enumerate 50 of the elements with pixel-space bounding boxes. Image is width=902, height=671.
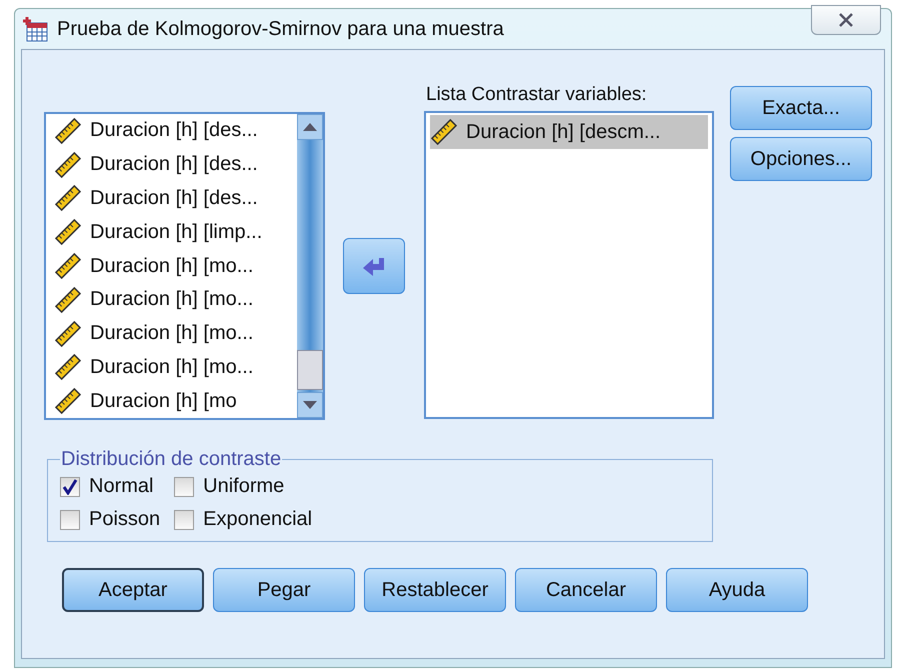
down-arrow-icon [302, 401, 317, 409]
option-button[interactable]: Opciones... [730, 137, 872, 181]
variable-label: Duracion [h] [des... [90, 153, 258, 176]
dialog-button[interactable]: Restablecer [364, 568, 506, 612]
variable-item[interactable]: Duracion [h] [mo [54, 384, 297, 418]
variable-item[interactable]: Duracion [h] [limp... [54, 215, 297, 250]
variable-item[interactable]: Duracion [h] [des... [54, 114, 297, 148]
checkbox[interactable] [60, 476, 80, 496]
dialog-button[interactable]: Cancelar [515, 568, 657, 612]
dialog-button[interactable]: Pegar [213, 568, 355, 612]
variable-item[interactable]: Duracion [h] [mo... [54, 249, 297, 283]
back-arrow-icon [363, 256, 386, 276]
dialog-button[interactable]: Aceptar [62, 568, 204, 612]
variable-label: Duracion [h] [des... [90, 186, 258, 210]
distribution-checkbox[interactable]: Exponencial [174, 508, 312, 531]
variable-label: Duracion [h] [mo... [90, 254, 254, 278]
up-arrow-icon [302, 123, 317, 131]
move-back-button[interactable] [343, 238, 406, 294]
variable-label: Duracion [h] [mo [90, 390, 237, 413]
scrollbar[interactable] [296, 114, 323, 418]
table-icon [21, 15, 49, 43]
close-button[interactable] [811, 5, 881, 35]
variable-item[interactable]: Duracion [h] [mo... [54, 316, 297, 350]
option-button[interactable]: Exacta... [730, 86, 872, 130]
scroll-thumb[interactable] [296, 350, 323, 390]
scroll-up-button[interactable] [296, 114, 323, 140]
variable-item[interactable]: Duracion [h] [mo... [54, 282, 297, 317]
test-variables-label: Lista Contrastar variables: [426, 84, 648, 107]
distribution-checkbox[interactable]: Uniforme [174, 475, 312, 498]
variable-label: Duracion [h] [descm... [466, 120, 661, 144]
ruler-icon [430, 118, 458, 146]
variable-label: Duracion [h] [limp... [90, 220, 262, 244]
dialog-button[interactable]: Ayuda [666, 568, 808, 612]
checkbox[interactable] [174, 510, 194, 530]
variable-label: Duracion [h] [mo... [90, 356, 254, 379]
variable-item[interactable]: Duracion [h] [des... [54, 148, 297, 182]
close-icon [838, 13, 854, 27]
variable-label: Duracion [h] [mo... [90, 288, 254, 312]
variable-item[interactable]: Duracion [h] [descm... [430, 115, 708, 149]
group-title: Distribución de contraste [60, 448, 282, 471]
variable-item[interactable]: Duracion [h] [mo... [54, 350, 297, 384]
variable-item[interactable]: Duracion [h] [des... [54, 182, 297, 216]
checkbox[interactable] [174, 476, 194, 496]
checkbox[interactable] [60, 510, 80, 530]
distribution-checkbox[interactable]: Normal [60, 475, 160, 498]
variable-label: Duracion [h] [mo... [90, 322, 254, 346]
distribution-checkbox[interactable]: Poisson [60, 508, 160, 531]
variable-label: Duracion [h] [des... [90, 119, 258, 142]
scroll-down-button[interactable] [296, 392, 323, 418]
window-title: Prueba de Kolmogorov-Smirnov para una muestra [57, 18, 504, 40]
